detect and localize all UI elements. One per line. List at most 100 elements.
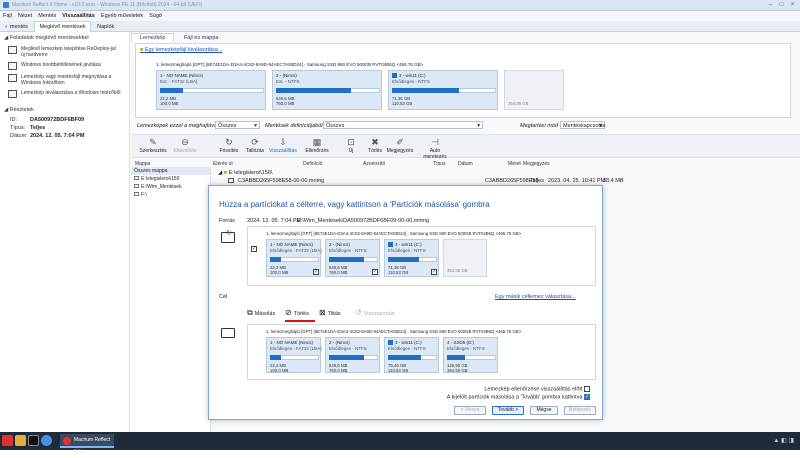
- tab-file-folder[interactable]: Fájl és mappa: [176, 34, 227, 42]
- verify-checkbox[interactable]: [584, 386, 590, 392]
- tasks-header: ◢ Feladatok meglévő mentésekkel: [4, 35, 89, 41]
- refresh-button[interactable]: ↻ Frissítés: [215, 137, 243, 154]
- back-button[interactable]: < Vissza: [454, 406, 486, 415]
- sidebar-task-3[interactable]: Lemezkép leválasztása a Windows Intézőbő…: [0, 88, 129, 100]
- column-header[interactable]: Megjegyzés: [523, 161, 550, 167]
- column-header[interactable]: Definíció: [303, 161, 322, 167]
- edit-button[interactable]: ✎ Szerkesztés: [139, 137, 167, 154]
- delete-button[interactable]: ✖ Törlés: [361, 137, 389, 154]
- restore-label: Visszaállítás: [269, 148, 297, 154]
- tree-item[interactable]: F:\: [131, 191, 210, 199]
- partition-title: 3 - win11 (C:): [399, 73, 426, 78]
- next-button[interactable]: Tovább >: [492, 406, 524, 415]
- menu-item-4[interactable]: Egyéb műveletek: [98, 11, 146, 21]
- collapse-icon[interactable]: ◢: [4, 107, 8, 113]
- source-path: E:\Wim_Mentések\DA500972BDF6BF09-00-00.m…: [297, 218, 430, 224]
- menu-item-1[interactable]: Nézet: [15, 11, 35, 21]
- row-type: Teljes: [530, 178, 545, 184]
- auto-size-button[interactable]: ⊣ Auto meretezés: [421, 137, 449, 160]
- filter1-select[interactable]: Összes ▾: [215, 121, 260, 129]
- restore-button[interactable]: ⇩ Visszaállítás: [269, 137, 297, 154]
- select-target-link[interactable]: Egy másik céllemez választása...: [495, 294, 576, 300]
- start-icon[interactable]: [2, 435, 13, 446]
- partition-3[interactable]: 3 - win11 (C:) Elsődleges - NTFS 71,36 GB 1…: [388, 70, 498, 110]
- partition-checkbox[interactable]: ✓: [431, 269, 437, 275]
- usage-bar: [160, 88, 183, 93]
- partition-type: Elsődleges - NTFS: [329, 346, 367, 351]
- partition-title: 2 - (Nincs): [329, 340, 350, 345]
- filter2-select[interactable]: Összes ▾: [323, 121, 483, 129]
- delete-partition-button[interactable]: ⊘ Törlés: [285, 308, 315, 322]
- partition-3[interactable]: 3 - win11 (C:) Elsődleges - NTFS 71,36 GB 1…: [384, 239, 439, 277]
- sidebar-task-1[interactable]: Windows boottbetöltésének javítása: [0, 60, 129, 72]
- column-header[interactable]: Méret: [508, 161, 521, 167]
- list-row[interactable]: C3ABBD265F598E58-00-00.mrimg C3ABBD265F59…: [218, 178, 788, 185]
- maximize-button[interactable]: □: [777, 1, 786, 9]
- source-disk-checkbox[interactable]: ✓: [251, 246, 257, 252]
- menu-bar: Fájl Nézet Mentés Visszaállítás Egyéb művele…: [0, 11, 800, 22]
- partition-checkbox[interactable]: ✓: [372, 269, 378, 275]
- tree-item[interactable]: E:\Wim_Mentések: [131, 183, 210, 191]
- usage-bar: [270, 257, 281, 262]
- finish-button[interactable]: Befejezés: [564, 406, 596, 415]
- comment-button[interactable]: ✐ Megjegyzés: [386, 137, 414, 154]
- cancel-button[interactable]: Mégse: [530, 406, 558, 415]
- remove-button[interactable]: ⊖ Eltávolítás: [171, 137, 199, 154]
- copy-partition-button[interactable]: ⧉ Másolás: [247, 308, 275, 318]
- partition-3[interactable]: 3 - win11 (C:) Elsődleges - NTFS 75,46 GB 1…: [384, 337, 439, 373]
- column-header[interactable]: Elérés út: [213, 161, 233, 167]
- sidebar-task-0[interactable]: Meglévő lemezkép telepítése ReDeploy-jal…: [0, 44, 129, 60]
- partition-1[interactable]: 1 - NO NAME (Nincs) Ext. - FAT32 (LBA) 22,…: [156, 70, 266, 110]
- undo-partition-button[interactable]: ↺ Visszavonás: [355, 308, 394, 317]
- detail-value: 2024. 12. 05. 7:04 PM: [30, 133, 85, 139]
- minimize-button[interactable]: –: [766, 1, 775, 9]
- disable-partition-button[interactable]: ⊠ Tiltás: [319, 308, 341, 317]
- partition-title: 2 - (Nincs): [276, 73, 297, 78]
- partition-total: 760,0 MB: [276, 101, 295, 106]
- menu-item-5[interactable]: Súgó: [146, 11, 165, 21]
- partition-2[interactable]: 2 - (Nincs) Ext. - NTFS 549,6 MB 760,0 MB: [272, 70, 382, 110]
- sidebar-task-2[interactable]: Lemezkép vagy mentésfájl megnyitása a Wi…: [0, 72, 129, 88]
- list-group[interactable]: ◢ ■ E:\elegisleroi\150\: [218, 170, 272, 176]
- select-image-link[interactable]: ■ Egy lemezképfájl kiválasztása...: [140, 47, 223, 53]
- partition-2[interactable]: 2 - (Nincs) Elsődleges - NTFS 549,6 MB 760,…: [325, 239, 380, 277]
- copy-on-next-option: A kijelölt partíciók másolása a 'Tovább'…: [446, 394, 590, 401]
- tab-image[interactable]: Lemezkép: [131, 33, 175, 42]
- cmd-icon[interactable]: [28, 435, 39, 446]
- column-header[interactable]: Dátum: [458, 161, 473, 167]
- folder-icon: ■: [140, 47, 144, 53]
- target-ops: ⧉ Másolás ⊘ Törlés ⊠ Tiltás ↺ Visszavonás: [247, 306, 447, 322]
- partition-4[interactable]: 4 - SSD5 (D:) Elsődleges - NTFS 126,95 GB 3…: [443, 337, 498, 373]
- partition-type: Elsődleges - NTFS: [447, 346, 485, 351]
- disable-label: Tiltás: [327, 311, 341, 317]
- sidebar: ◢ Feladatok meglévő mentésekkel Meglévő …: [0, 32, 130, 432]
- close-button[interactable]: ×: [788, 1, 797, 9]
- filter3-select[interactable]: Mentéskapcsolás ▾: [560, 121, 606, 129]
- collapse-icon[interactable]: ◢: [4, 35, 8, 41]
- tree-item[interactable]: E:\elegisleroi\150: [131, 175, 210, 183]
- main-tabs: Lemezkép Fájl és mappa: [131, 33, 226, 42]
- partition-checkbox[interactable]: ✓: [313, 269, 319, 275]
- copy-on-next-checkbox[interactable]: ✓: [584, 394, 590, 400]
- partition-title: 3 - win11 (C:): [395, 340, 422, 345]
- verify-label: Ellenőrzés: [305, 148, 329, 154]
- explorer-icon[interactable]: [15, 435, 26, 446]
- browse-button[interactable]: ⟳ Tallózás: [241, 137, 269, 154]
- menu-item-2[interactable]: Mentés: [35, 11, 59, 21]
- menu-item-0[interactable]: Fájl: [0, 11, 15, 21]
- remove-icon: ⊖: [181, 137, 189, 147]
- detail-key: Típus:: [10, 125, 26, 131]
- verify-option: Lemezkép ellenőrzése visszaállítás előtt: [484, 386, 590, 392]
- comment-icon: ✐: [396, 137, 404, 147]
- column-header[interactable]: Típus: [433, 161, 446, 167]
- browser-icon[interactable]: [41, 435, 52, 446]
- partition-1[interactable]: 1 - NO NAME (Nincs) Elsődleges - FAT32 (L…: [266, 239, 322, 277]
- partition-2[interactable]: 2 - (Nincs) Elsődleges - NTFS 549,6 MB 760,…: [325, 337, 380, 373]
- partition-1[interactable]: 1 - NO NAME (Nincs) Elsődleges - FAT32 (L…: [266, 337, 322, 373]
- partition-total: 100,0 MB: [270, 270, 289, 275]
- verify-button[interactable]: ▦ Ellenőrzés: [303, 137, 331, 154]
- column-header[interactable]: Azonosító: [363, 161, 385, 167]
- taskbar-app-macrium[interactable]: Macrium Reflect X H...: [60, 434, 114, 455]
- new-label: Új: [348, 148, 354, 154]
- tree-item[interactable]: Összes mappa: [131, 167, 210, 175]
